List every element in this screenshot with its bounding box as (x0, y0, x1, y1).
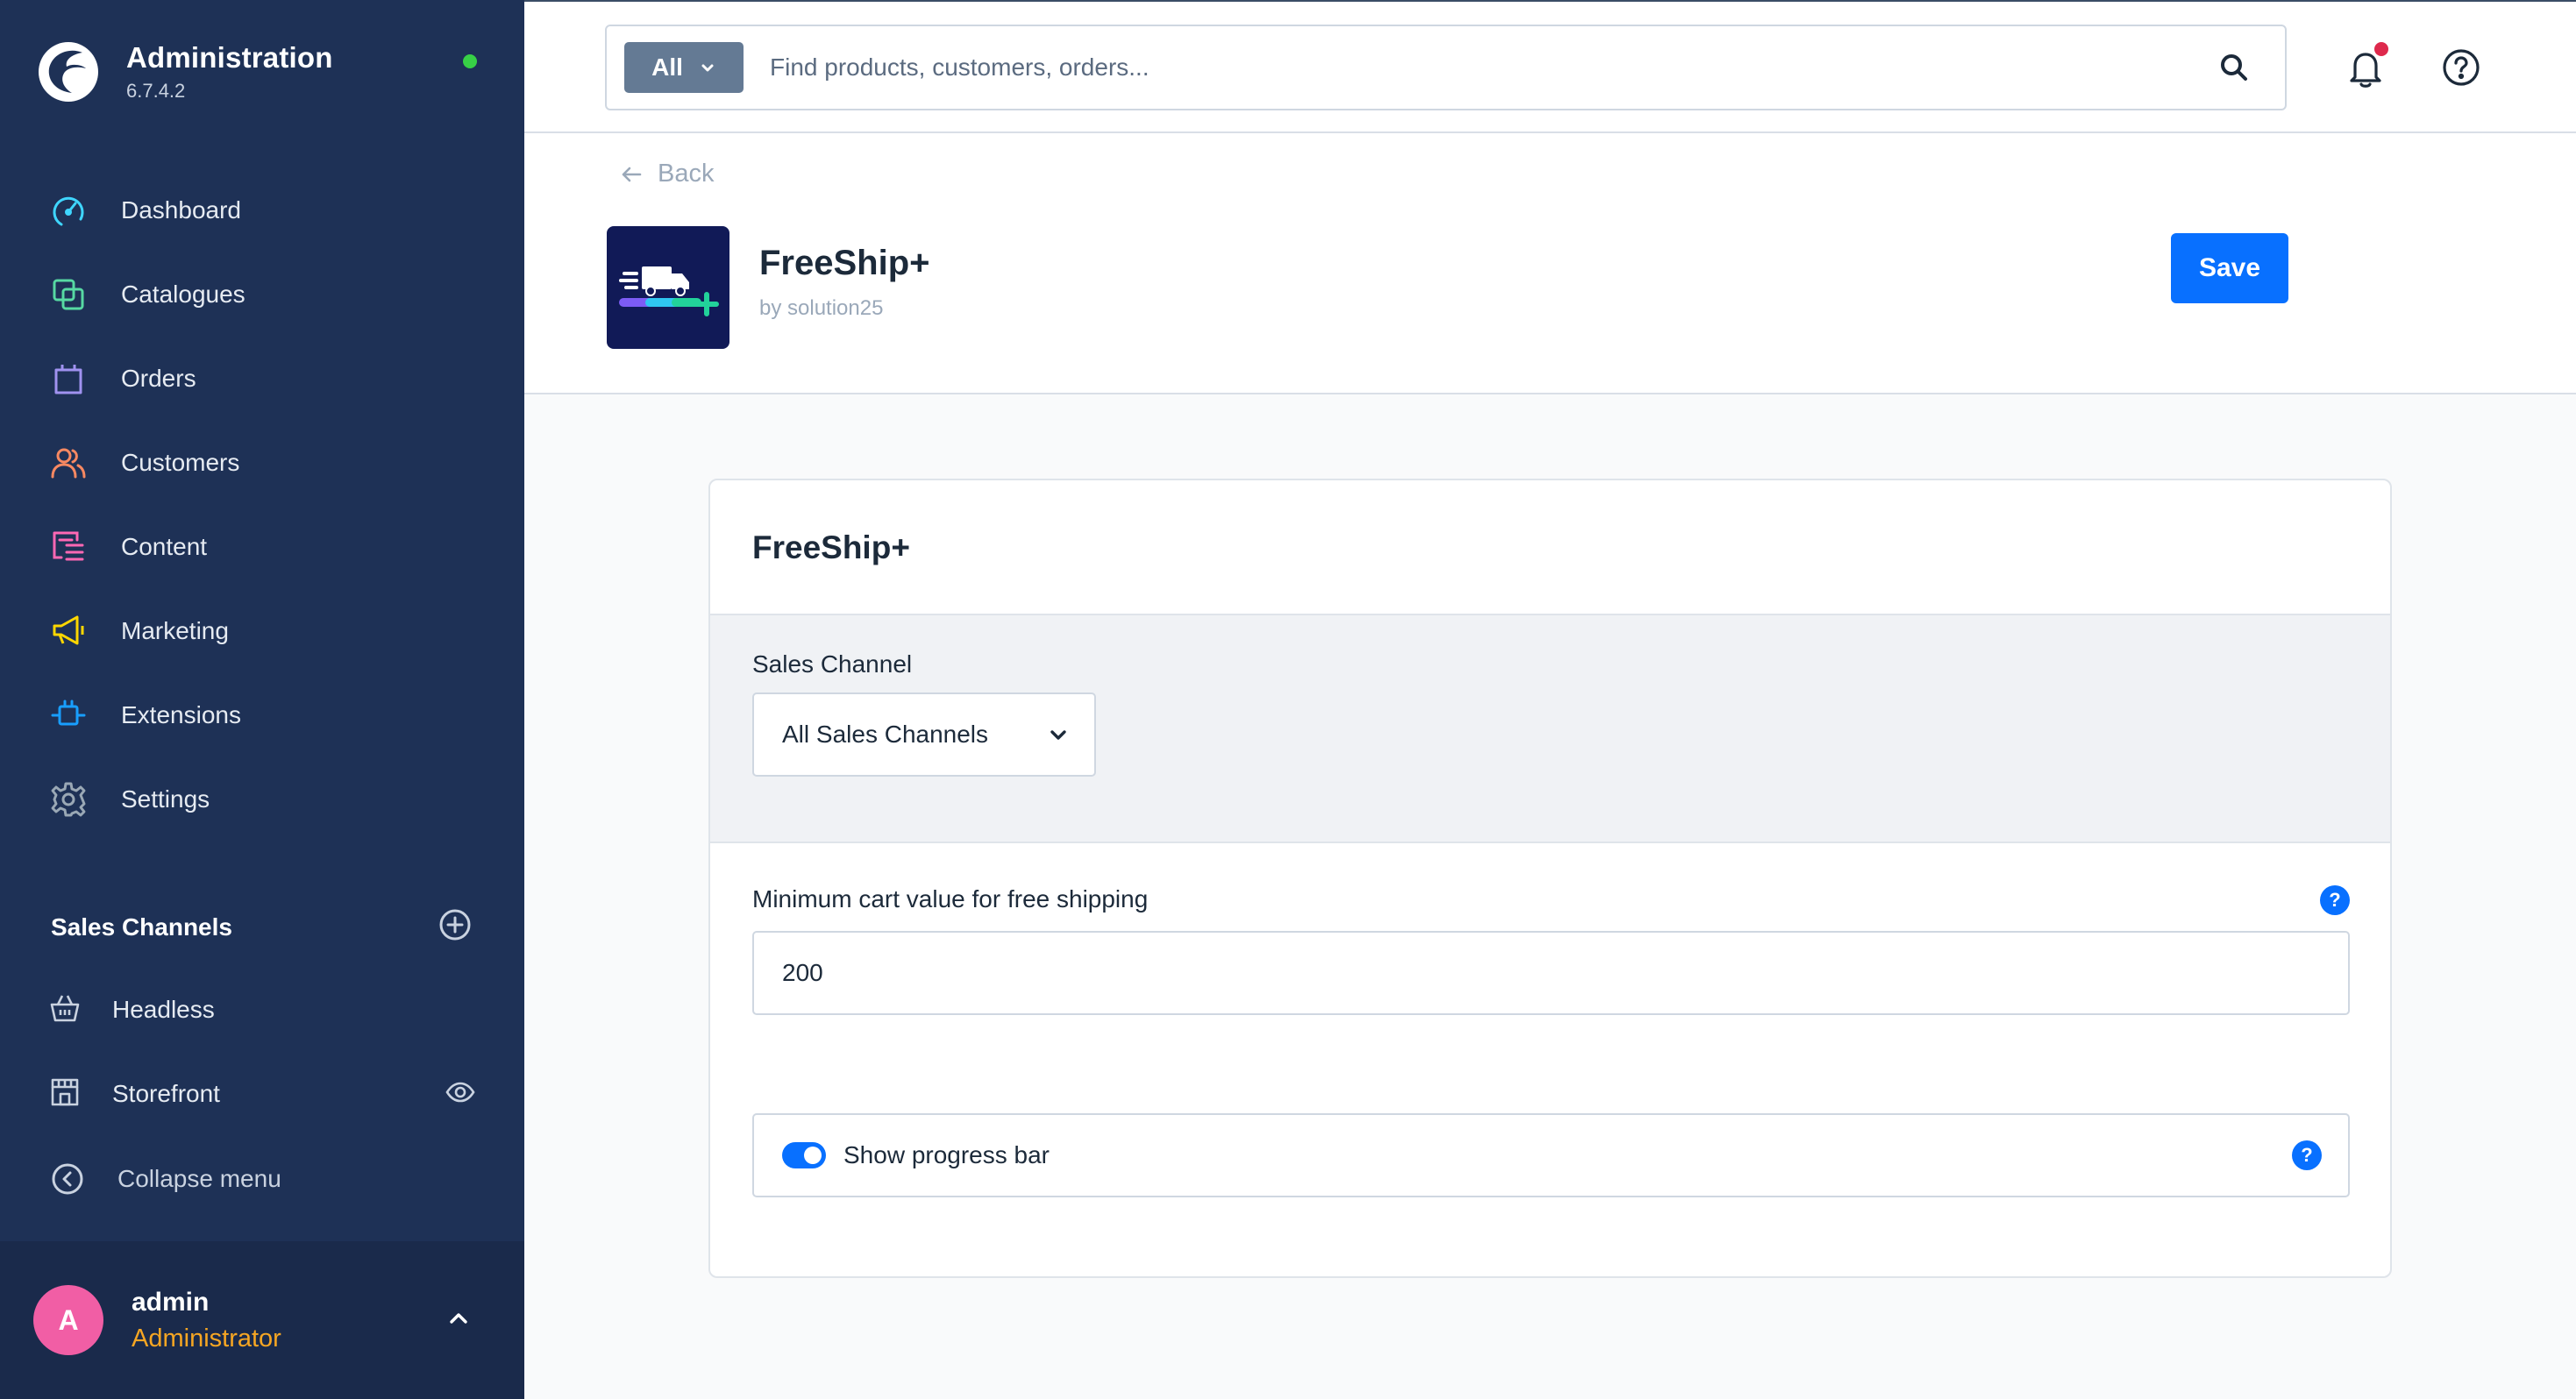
user-menu-toggle[interactable] (445, 1305, 472, 1336)
plug-icon (51, 700, 86, 726)
avatar: A (33, 1285, 103, 1355)
sales-channels-header: Sales Channels (51, 908, 472, 946)
global-search: All (605, 25, 2287, 110)
chevron-down-icon (701, 64, 714, 72)
search-type-dropdown[interactable]: All (624, 42, 744, 93)
sales-channel-item-headless[interactable]: Headless (0, 968, 524, 1052)
nav-label: Extensions (121, 701, 241, 728)
nav-label: Customers (121, 449, 240, 476)
catalogue-icon (53, 279, 84, 310)
chevron-left-circle-icon (52, 1163, 83, 1195)
show-progress-bar-label: Show progress bar (843, 1141, 1050, 1168)
nav-item-settings[interactable]: Settings (0, 757, 524, 842)
nav-label: Marketing (121, 617, 229, 644)
arrow-left-icon (622, 167, 642, 181)
page-title: FreeShip+ (759, 244, 930, 282)
help-circle-icon[interactable] (2441, 47, 2481, 88)
min-cart-value-label: Minimum cart value for free shipping (752, 885, 1149, 913)
nav-label: Dashboard (121, 196, 241, 224)
plugin-config-card: FreeShip+ Sales Channel All Sales Channe… (708, 479, 2392, 1278)
gauge-icon (53, 196, 84, 226)
nav-label: Settings (121, 785, 210, 813)
search-type-label: All (651, 53, 683, 81)
nav-item-orders[interactable]: Orders (0, 337, 524, 421)
search-input[interactable] (770, 53, 2215, 82)
sales-channels-title: Sales Channels (51, 913, 232, 941)
toggle-knob (804, 1147, 822, 1164)
online-status-indicator (463, 54, 477, 68)
users-icon (51, 448, 86, 479)
user-role: Administrator (132, 1324, 281, 1353)
collapse-menu-label: Collapse menu (117, 1165, 281, 1192)
main-nav: Dashboard Catalogues Orders Customers Co… (0, 168, 524, 842)
gear-icon (51, 782, 86, 817)
page-header: Back FreeShip+ by solution25 Save (524, 133, 2576, 394)
eye-icon (445, 1082, 475, 1102)
delivery-truck-icon (619, 266, 719, 316)
nav-item-marketing[interactable]: Marketing (0, 589, 524, 673)
sales-channel-label: Storefront (112, 1080, 220, 1107)
nav-item-customers[interactable]: Customers (0, 421, 524, 505)
megaphone-icon (53, 615, 84, 645)
min-cart-value-help-icon[interactable]: ? (2320, 885, 2350, 915)
nav-label: Content (121, 533, 208, 560)
storefront-preview-button[interactable] (445, 1077, 475, 1111)
chevron-up-icon (450, 1312, 467, 1324)
storefront-icon (51, 1078, 79, 1105)
sales-channel-field-label: Sales Channel (752, 650, 913, 678)
sales-channel-switch-section: Sales Channel All Sales Channels (710, 614, 2390, 843)
app-version: 6.7.4.2 (126, 80, 186, 102)
sales-channel-select-value: All Sales Channels (782, 721, 989, 748)
show-progress-bar-toggle[interactable] (782, 1142, 826, 1168)
sales-channel-select[interactable]: All Sales Channels (752, 692, 1096, 777)
plus-circle-icon (439, 909, 471, 941)
sales-channel-item-storefront[interactable]: Storefront (0, 1052, 524, 1136)
add-sales-channel-button[interactable] (438, 908, 472, 946)
chevron-down-icon (1050, 730, 1066, 740)
nav-item-dashboard[interactable]: Dashboard (0, 168, 524, 252)
sidebar: Administration 6.7.4.2 Dashboard Catalog… (0, 0, 524, 1399)
back-label: Back (658, 160, 715, 188)
nav-label: Catalogues (121, 281, 246, 308)
search-icon[interactable] (2215, 48, 2253, 87)
top-bar: All (524, 0, 2576, 133)
nav-item-content[interactable]: Content (0, 505, 524, 589)
plugin-logo (607, 226, 729, 349)
nav-label: Orders (121, 365, 196, 392)
shopping-bag-icon (54, 365, 82, 394)
basket-icon (50, 994, 80, 1021)
content-icon (53, 531, 84, 561)
plugin-author: by solution25 (759, 296, 884, 320)
nav-item-extensions[interactable]: Extensions (0, 673, 524, 757)
show-progress-bar-field: Show progress bar ? (752, 1113, 2350, 1197)
notification-badge (2374, 42, 2388, 56)
save-button[interactable]: Save (2171, 233, 2288, 303)
back-link[interactable]: Back (619, 160, 714, 188)
brand[interactable]: Administration 6.7.4.2 (37, 40, 333, 103)
app-title: Administration (126, 41, 333, 74)
user-name: admin (132, 1287, 210, 1317)
min-cart-value-input[interactable] (752, 931, 2350, 1015)
sales-channel-label: Headless (112, 996, 215, 1023)
user-menu[interactable]: A admin Administrator (0, 1241, 524, 1399)
shopware-logo-icon (39, 42, 98, 102)
card-title: FreeShip+ (752, 529, 910, 565)
sales-channel-list: Headless Storefront (0, 968, 524, 1136)
collapse-menu-button[interactable]: Collapse menu (51, 1162, 281, 1196)
nav-item-catalogues[interactable]: Catalogues (0, 252, 524, 337)
show-progress-bar-help-icon[interactable]: ? (2292, 1140, 2322, 1170)
